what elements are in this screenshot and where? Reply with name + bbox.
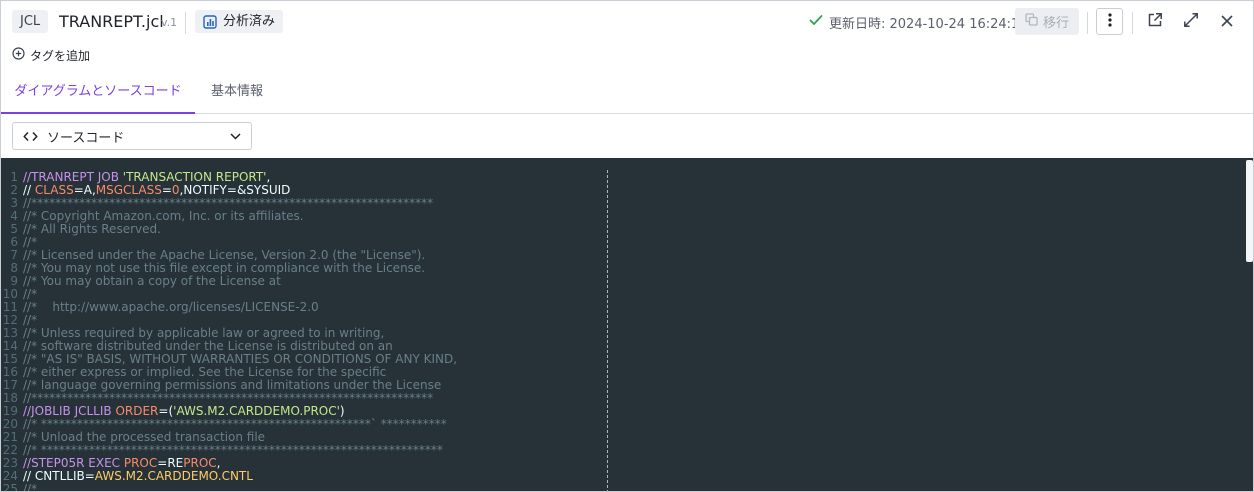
type-badge: JCL [12,10,49,33]
code-token: //JOBLIB JCLLIB [23,404,116,418]
code-token: //* language governing permissions and l… [23,378,442,392]
scrollbar-thumb[interactable] [1246,160,1253,262]
view-mode-select[interactable]: ソースコード [12,122,252,150]
chevron-down-icon [230,132,241,140]
add-tag-label: タグを追加 [30,48,91,63]
bar-chart-icon [203,14,217,29]
code-token: AWS.M2.CARDDEMO.CNTL [94,469,253,483]
check-icon [809,14,823,30]
close-button[interactable] [1216,11,1238,33]
tab-diagram-source[interactable]: ダイアグラムとソースコード [1,73,195,114]
file-header: JCL TRANREPT.jcl v.1 分析済み 更新日時: 2024-10-… [1,1,1253,43]
code-line: 5//* All Rights Reserved. [1,223,457,236]
code-token: //STEP05R EXEC [23,456,124,470]
migrate-label: 移行 [1042,16,1069,31]
editor-scrollbar[interactable] [1245,158,1253,491]
code-token: //* Copyright Amazon.com, Inc. or its af… [23,209,304,223]
code-token: CLASS [34,183,74,197]
line-text: //* [23,483,37,492]
code-token: //* "AS IS" BASIS, WITHOUT WARRANTIES OR… [23,352,458,366]
view-mode-value: ソースコード [47,130,125,146]
version-label: v.1 [161,16,178,29]
tab-basic-info[interactable]: 基本情報 [211,73,263,114]
code-token: ) [339,404,345,418]
close-icon [1220,13,1234,32]
code-token: , [216,456,221,470]
plus-circle-icon [12,47,25,63]
code-token: , [266,170,271,184]
code-token: //TRANREPT JOB [23,170,123,184]
code-token: //* Unless required by applicable law or… [23,326,385,340]
code-token: 'TRANSACTION REPORT' [122,170,267,184]
header-divider [1132,12,1133,34]
line-text: //* All Rights Reserved. [23,223,161,236]
code-token: //* [23,482,38,492]
open-new-window-button[interactable] [1144,11,1166,33]
code-line: 25 //* [1,483,457,492]
code-token: = [161,183,172,197]
code-token: //* Unload the processed transaction fil… [23,430,266,444]
expand-icon [1183,12,1199,32]
line-text: //* You may obtain a copy of the License… [23,275,281,288]
updated-timestamp: 更新日時: 2024-10-24 16:24:15 [829,16,1028,32]
code-token: //* either express or implied. See the L… [23,365,387,379]
updated-info: 更新日時: 2024-10-24 16:24:15 [809,12,1028,32]
source-code-editor[interactable]: 1//TRANREPT JOB 'TRANSACTION REPORT', 2//… [1,158,1253,492]
file-title: TRANREPT.jcl [59,12,164,31]
code-line: 24// CNTLLIB=AWS.M2.CARDDEMO.CNTL [1,470,457,483]
code-token: // [23,183,35,197]
header-divider [1087,12,1088,34]
code-token: 0 [171,183,180,197]
code-token: ORDER [115,404,159,418]
code-token: //* You may obtain a copy of the License… [23,274,281,288]
code-token: 'AWS.M2.CARDDEMO.PROC' [173,404,340,418]
code-token: =RE [157,456,184,470]
analysis-status-chip: 分析済み [195,10,284,33]
line-text: // CNTLLIB=AWS.M2.CARDDEMO.CNTL [23,470,253,483]
code-icon [23,131,38,142]
code-token: MSGCLASS [95,183,162,197]
tab-bar: ダイアグラムとソースコード 基本情報 [1,73,1253,114]
code-token: //* [23,313,38,327]
code-token: //* http://www.apache.org/licenses/LICEN… [23,300,319,314]
code-token: //* All Rights Reserved. [23,222,161,236]
print-margin-line [607,170,608,491]
analysis-status-label: 分析済み [223,14,276,29]
code-token: =A, [73,183,96,197]
code-token: PROC [123,456,158,470]
external-link-icon [1147,12,1163,32]
code-token: //* You may not use this file except in … [23,261,426,275]
code-token: //**************************************… [23,196,434,210]
code-token: //* ************************************… [23,417,447,431]
code-token: //* [23,235,38,249]
more-menu-button[interactable] [1096,8,1123,35]
code-line: 11//* http://www.apache.org/licenses/LIC… [1,301,457,314]
copy-icon [1025,13,1038,30]
code-token: PROC [183,456,217,470]
code-token: //**************************************… [23,391,434,405]
code-token: //* software distributed under the Licen… [23,339,393,353]
expand-button[interactable] [1180,11,1202,33]
code-token: // CNTLLIB= [23,469,95,483]
kebab-icon [1107,12,1112,31]
line-text: //* http://www.apache.org/licenses/LICEN… [23,301,319,314]
app-window: JCL TRANREPT.jcl v.1 分析済み 更新日時: 2024-10-… [0,0,1254,492]
code-token: =( [158,404,174,418]
line-number: 25 [2,482,18,492]
code-token: //* [23,287,38,301]
code-token: //* ************************************… [23,443,443,457]
migrate-button[interactable]: 移行 [1015,8,1079,35]
add-tag-button[interactable]: タグを追加 [12,46,90,64]
code-token: //* Licensed under the Apache License, V… [23,248,426,262]
code-line: 9//* You may obtain a copy of the Licens… [1,275,457,288]
code-token: ,NOTIFY=&SYSUID [179,183,291,197]
header-divider [185,12,186,34]
code-content: 1//TRANREPT JOB 'TRANSACTION REPORT', 2//… [1,171,457,492]
